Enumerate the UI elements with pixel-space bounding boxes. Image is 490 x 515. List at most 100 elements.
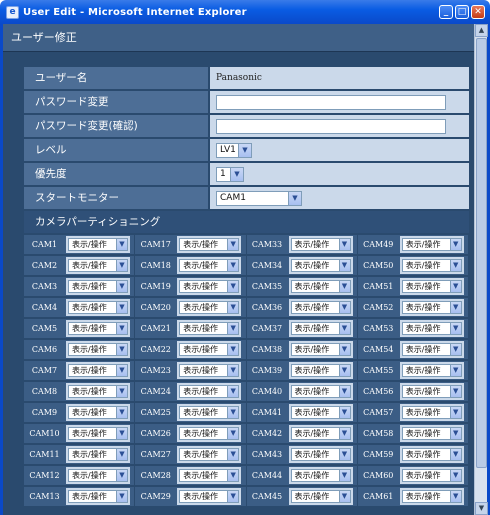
camera-cell: CAM49 表示/操作 ▼ <box>357 235 469 254</box>
camera-permission-select[interactable]: 表示/操作 ▼ <box>290 427 351 440</box>
scroll-down-icon[interactable]: ▼ <box>475 502 488 515</box>
camera-cell: CAM56 表示/操作 ▼ <box>357 382 469 401</box>
camera-permission-value: 表示/操作 <box>183 282 218 291</box>
camera-permission-select[interactable]: 表示/操作 ▼ <box>68 469 128 482</box>
maximize-button[interactable]: □ <box>455 5 469 19</box>
camera-permission-select[interactable]: 表示/操作 ▼ <box>401 427 462 440</box>
minimize-button[interactable]: _ <box>439 5 453 19</box>
camera-name: CAM53 <box>363 324 394 333</box>
camera-cell: CAM43 表示/操作 ▼ <box>246 445 358 464</box>
camera-permission-select[interactable]: 表示/操作 ▼ <box>68 280 128 293</box>
password-confirm-input[interactable] <box>216 118 446 134</box>
camera-permission-select[interactable]: 表示/操作 ▼ <box>68 238 128 251</box>
camera-name: CAM52 <box>363 303 394 312</box>
camera-permission-select[interactable]: 表示/操作 ▼ <box>68 406 128 419</box>
camera-permission-select[interactable]: 表示/操作 ▼ <box>290 448 351 461</box>
camera-name: CAM59 <box>363 450 394 459</box>
camera-permission-select[interactable]: 表示/操作 ▼ <box>401 364 462 377</box>
camera-name: CAM54 <box>363 345 394 354</box>
camera-permission-select[interactable]: 表示/操作 ▼ <box>68 343 128 356</box>
camera-permission-select[interactable]: 表示/操作 ▼ <box>68 322 128 335</box>
camera-permission-select[interactable]: 表示/操作 ▼ <box>179 490 240 503</box>
chevron-down-icon: ▼ <box>116 386 127 397</box>
camera-permission-value: 表示/操作 <box>405 240 441 249</box>
camera-permission-select[interactable]: 表示/操作 ▼ <box>179 238 240 251</box>
camera-name: CAM17 <box>140 240 171 249</box>
camera-permission-select[interactable]: 表示/操作 ▼ <box>401 490 462 503</box>
camera-permission-select[interactable]: 表示/操作 ▼ <box>290 364 351 377</box>
camera-permission-select[interactable]: 表示/操作 ▼ <box>401 343 462 356</box>
camera-permission-select[interactable]: 表示/操作 ▼ <box>68 385 128 398</box>
camera-permission-select[interactable]: 表示/操作 ▼ <box>179 322 240 335</box>
camera-permission-select[interactable]: 表示/操作 ▼ <box>179 280 240 293</box>
camera-permission-select[interactable]: 表示/操作 ▼ <box>290 238 351 251</box>
start-monitor-select[interactable]: CAM1 ▼ <box>216 190 302 206</box>
camera-permission-select[interactable]: 表示/操作 ▼ <box>179 364 240 377</box>
camera-permission-select[interactable]: 表示/操作 ▼ <box>290 322 351 335</box>
camera-name: CAM3 <box>31 282 58 291</box>
camera-permission-select[interactable]: 表示/操作 ▼ <box>401 469 462 482</box>
chevron-down-icon: ▼ <box>227 365 239 376</box>
camera-permission-select[interactable]: 表示/操作 ▼ <box>290 259 351 272</box>
camera-permission-select[interactable]: 表示/操作 ▼ <box>290 490 351 503</box>
camera-permission-cell: 表示/操作 ▼ <box>288 341 353 358</box>
priority-select[interactable]: 1 ▼ <box>216 166 244 182</box>
chevron-down-icon: ▼ <box>449 386 461 397</box>
camera-permission-select[interactable]: 表示/操作 ▼ <box>290 301 351 314</box>
camera-permission-select[interactable]: 表示/操作 ▼ <box>401 385 462 398</box>
camera-cell: CAM17 表示/操作 ▼ <box>135 235 247 254</box>
camera-permission-select[interactable]: 表示/操作 ▼ <box>179 385 240 398</box>
camera-cell: CAM37 表示/操作 ▼ <box>246 319 358 338</box>
camera-permission-select[interactable]: 表示/操作 ▼ <box>68 364 128 377</box>
camera-permission-value: 表示/操作 <box>294 429 330 438</box>
camera-permission-select[interactable]: 表示/操作 ▼ <box>179 427 240 440</box>
camera-name: CAM55 <box>363 366 394 375</box>
camera-permission-select[interactable]: 表示/操作 ▼ <box>68 427 128 440</box>
camera-permission-select[interactable]: 表示/操作 ▼ <box>179 343 240 356</box>
camera-permission-select[interactable]: 表示/操作 ▼ <box>68 301 128 314</box>
camera-cell: CAM53 表示/操作 ▼ <box>357 319 469 338</box>
scroll-up-icon[interactable]: ▲ <box>475 24 488 37</box>
camera-permission-select[interactable]: 表示/操作 ▼ <box>401 301 462 314</box>
camera-name: CAM28 <box>140 471 171 480</box>
camera-permission-select[interactable]: 表示/操作 ▼ <box>68 259 128 272</box>
camera-permission-select[interactable]: 表示/操作 ▼ <box>401 280 462 293</box>
camera-permission-cell: 表示/操作 ▼ <box>177 446 242 463</box>
camera-permission-cell: 表示/操作 ▼ <box>66 425 130 442</box>
camera-permission-cell: 表示/操作 ▼ <box>288 404 353 421</box>
camera-permission-select[interactable]: 表示/操作 ▼ <box>290 343 351 356</box>
camera-permission-select[interactable]: 表示/操作 ▼ <box>401 406 462 419</box>
camera-cell: CAM39 表示/操作 ▼ <box>246 361 358 380</box>
vertical-scrollbar[interactable]: ▲ ▼ <box>474 24 488 515</box>
chevron-down-icon: ▼ <box>227 344 239 355</box>
camera-permission-select[interactable]: 表示/操作 ▼ <box>179 301 240 314</box>
camera-permission-select[interactable]: 表示/操作 ▼ <box>179 469 240 482</box>
camera-permission-select[interactable]: 表示/操作 ▼ <box>179 406 240 419</box>
camera-permission-select[interactable]: 表示/操作 ▼ <box>290 469 351 482</box>
close-button[interactable]: ✕ <box>471 5 485 19</box>
chevron-down-icon: ▼ <box>227 428 239 439</box>
camera-name: CAM43 <box>251 450 283 459</box>
camera-permission-value: 表示/操作 <box>405 429 441 438</box>
camera-permission-value: 表示/操作 <box>294 408 330 417</box>
camera-permission-value: 表示/操作 <box>183 450 218 459</box>
camera-permission-select[interactable]: 表示/操作 ▼ <box>290 385 351 398</box>
camera-name: CAM23 <box>140 366 171 375</box>
camera-permission-select[interactable]: 表示/操作 ▼ <box>179 259 240 272</box>
chevron-down-icon: ▼ <box>227 302 239 313</box>
scrollbar-thumb[interactable] <box>476 38 487 468</box>
chevron-down-icon: ▼ <box>227 449 239 460</box>
camera-permission-select[interactable]: 表示/操作 ▼ <box>401 259 462 272</box>
camera-permission-select[interactable]: 表示/操作 ▼ <box>68 448 128 461</box>
camera-permission-select[interactable]: 表示/操作 ▼ <box>68 490 128 503</box>
camera-permission-select[interactable]: 表示/操作 ▼ <box>401 238 462 251</box>
chevron-down-icon: ▼ <box>449 302 461 313</box>
camera-permission-select[interactable]: 表示/操作 ▼ <box>290 406 351 419</box>
camera-permission-select[interactable]: 表示/操作 ▼ <box>401 322 462 335</box>
camera-permission-select[interactable]: 表示/操作 ▼ <box>290 280 351 293</box>
camera-permission-select[interactable]: 表示/操作 ▼ <box>401 448 462 461</box>
level-select[interactable]: LV1 ▼ <box>216 142 252 158</box>
camera-permission-select[interactable]: 表示/操作 ▼ <box>179 448 240 461</box>
password-input[interactable] <box>216 94 446 110</box>
camera-permission-value: 表示/操作 <box>294 450 330 459</box>
